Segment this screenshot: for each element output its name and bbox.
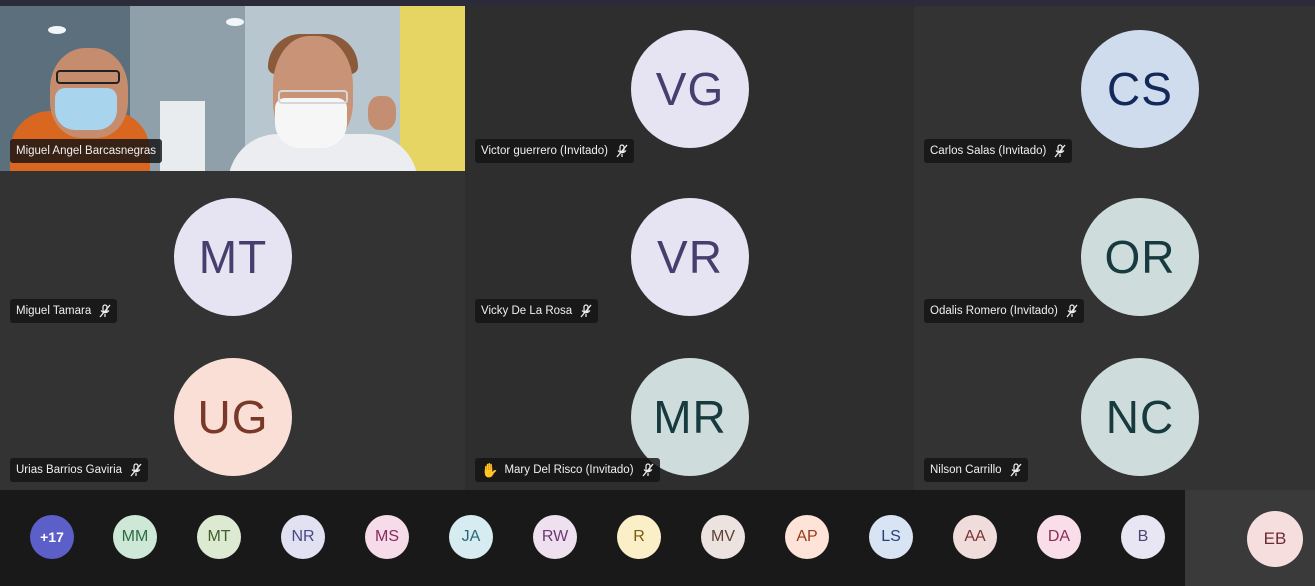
mic-muted-icon [642, 463, 654, 477]
participant-tile[interactable]: UG Urias Barrios Gaviria [0, 331, 465, 490]
strip-participant-avatar[interactable]: MV [701, 515, 745, 559]
raised-hand-icon: ✋ [481, 461, 499, 478]
participant-avatar: VR [631, 198, 749, 316]
participant-name-tag: Urias Barrios Gaviria [10, 458, 149, 482]
mic-muted-icon [1010, 463, 1022, 477]
strip-participant-avatar[interactable]: DA [1037, 515, 1081, 559]
self-avatar[interactable]: EB [1247, 511, 1303, 567]
participant-name: Miguel Angel Barcasnegras [16, 145, 156, 157]
mic-muted-icon [580, 304, 592, 318]
ceiling-light [48, 26, 66, 34]
participant-name-tag: Nilson Carrillo [924, 458, 1028, 482]
mic-muted-icon [99, 304, 111, 318]
participant-name-tag: Miguel Tamara [10, 299, 118, 323]
background-board [160, 101, 205, 171]
strip-participant-avatar[interactable]: MT [197, 515, 241, 559]
participant-name: Urias Barrios Gaviria [16, 464, 123, 476]
participant-name: Victor guerrero (Invitado) [481, 145, 608, 157]
participant-avatar: CS [1081, 30, 1199, 148]
participant-tile[interactable]: NC Nilson Carrillo [914, 331, 1315, 490]
strip-participant-avatar[interactable]: MM [113, 515, 157, 559]
mic-muted-icon [1066, 304, 1078, 318]
participant-name: Mary Del Risco (Invitado) [504, 464, 634, 476]
strip-participant-avatar[interactable]: JA [449, 515, 493, 559]
participant-name-tag: Carlos Salas (Invitado) [924, 139, 1073, 163]
mic-muted-icon [130, 463, 142, 477]
participant-tile[interactable]: MT Miguel Tamara [0, 171, 465, 331]
participant-name-tag: Victor guerrero (Invitado) [475, 139, 634, 163]
strip-participant-avatar[interactable]: NR [281, 515, 325, 559]
participant-tile[interactable]: OR Odalis Romero (Invitado) [914, 171, 1315, 331]
strip-participant-avatar[interactable]: R [617, 515, 661, 559]
video-person-right [228, 34, 418, 171]
participant-strip [0, 490, 1185, 586]
participant-avatar: UG [174, 358, 292, 476]
participant-name-tag: ✋ Mary Del Risco (Invitado) [475, 458, 660, 482]
more-participants-button[interactable]: +17 [30, 515, 74, 559]
participant-name-tag: Miguel Angel Barcasnegras [10, 139, 162, 163]
participant-name-tag: Odalis Romero (Invitado) [924, 299, 1084, 323]
participant-name: Carlos Salas (Invitado) [930, 145, 1047, 157]
participant-tile[interactable]: MR ✋ Mary Del Risco (Invitado) [465, 331, 914, 490]
video-grid: Miguel Angel Barcasnegras VG Victor guerr… [0, 6, 1315, 490]
participant-name: Odalis Romero (Invitado) [930, 305, 1058, 317]
ceiling-light [226, 18, 244, 26]
participant-name-tag: Vicky De La Rosa [475, 299, 599, 323]
strip-participant-avatar[interactable]: AA [953, 515, 997, 559]
participant-avatar: OR [1081, 198, 1199, 316]
strip-participant-avatar[interactable]: B [1121, 515, 1165, 559]
strip-participant-avatar[interactable]: RW [533, 515, 577, 559]
participant-avatar: NC [1081, 358, 1199, 476]
participant-name: Nilson Carrillo [930, 464, 1002, 476]
participant-video-tile[interactable]: Miguel Angel Barcasnegras [0, 6, 465, 171]
participant-name: Vicky De La Rosa [481, 305, 573, 317]
participant-name: Miguel Tamara [16, 305, 92, 317]
participant-tile[interactable]: VR Vicky De La Rosa [465, 171, 914, 331]
participant-tile[interactable]: VG Victor guerrero (Invitado) [465, 6, 914, 171]
participant-avatar: VG [631, 30, 749, 148]
participant-tile[interactable]: CS Carlos Salas (Invitado) [914, 6, 1315, 171]
participant-avatar: MT [174, 198, 292, 316]
mic-muted-icon [1054, 144, 1066, 158]
strip-participant-avatar[interactable]: AP [785, 515, 829, 559]
mic-muted-icon [616, 144, 628, 158]
strip-participant-avatar[interactable]: LS [869, 515, 913, 559]
strip-participant-avatar[interactable]: MS [365, 515, 409, 559]
